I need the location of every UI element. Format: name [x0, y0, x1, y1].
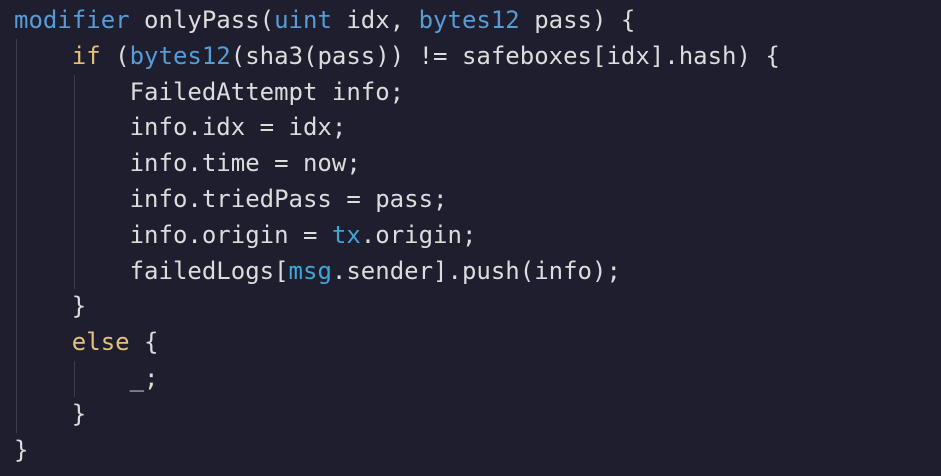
code-line: } — [0, 433, 941, 469]
code-token-plain: .origin; — [360, 220, 477, 249]
code-token-plain: (sha3(pass)) != safeboxes[idx].hash) { — [230, 41, 780, 70]
code-token-plain: failedLogs[ — [129, 256, 289, 285]
code-token-plain: onlyPass( — [129, 6, 275, 34]
code-token-keyword: bytes12 — [129, 41, 231, 70]
code-line: if (bytes12(sha3(pass)) != safeboxes[idx… — [0, 39, 941, 75]
code-token-plain: _; — [129, 363, 159, 392]
code-line: info.time = now; — [0, 146, 941, 182]
code-editor[interactable]: modifier onlyPass(uint idx, bytes12 pass… — [0, 0, 941, 476]
code-token-plain: info.triedPass = pass; — [129, 184, 448, 213]
code-line: modifier onlyPass(uint idx, bytes12 pass… — [0, 3, 941, 39]
code-line: info.idx = idx; — [0, 110, 941, 146]
code-token-control: else — [71, 328, 130, 357]
code-line: } — [0, 289, 941, 325]
code-line: else { — [0, 325, 941, 361]
code-token-plain: .sender].push(info); — [331, 256, 621, 285]
code-token-keyword: bytes12 — [418, 6, 520, 34]
indent-guide — [73, 361, 75, 397]
code-line: FailedAttempt info; — [0, 75, 941, 111]
code-token-plain: } — [14, 435, 29, 464]
code-token-plain: FailedAttempt info; — [129, 77, 405, 106]
code-line: _; — [0, 361, 941, 397]
code-token-keyword: modifier — [14, 6, 130, 34]
code-line: failedLogs[msg.sender].push(info); — [0, 254, 941, 290]
code-area[interactable]: modifier onlyPass(uint idx, bytes12 pass… — [0, 3, 941, 468]
code-line: } — [0, 397, 941, 433]
code-token-plain: info.origin = — [129, 220, 332, 249]
code-token-keyword: uint — [274, 6, 332, 34]
code-token-plain: { — [129, 328, 159, 357]
code-line: info.origin = tx.origin; — [0, 218, 941, 254]
code-token-plain: pass) { — [519, 6, 636, 34]
code-token-plain: idx, — [331, 6, 419, 34]
code-token-builtin: tx — [331, 220, 361, 249]
code-token-plain: } — [71, 399, 87, 428]
code-token-builtin: msg — [288, 256, 332, 285]
code-token-plain: } — [71, 292, 87, 321]
code-token-plain: info.idx = idx; — [129, 113, 347, 142]
code-line: info.triedPass = pass; — [0, 182, 941, 218]
code-token-plain: info.time = now; — [129, 149, 361, 178]
indent-guide — [73, 74, 75, 290]
indent-guide — [16, 38, 17, 433]
code-token-control: if — [71, 41, 101, 70]
code-token-plain: ( — [100, 41, 130, 70]
